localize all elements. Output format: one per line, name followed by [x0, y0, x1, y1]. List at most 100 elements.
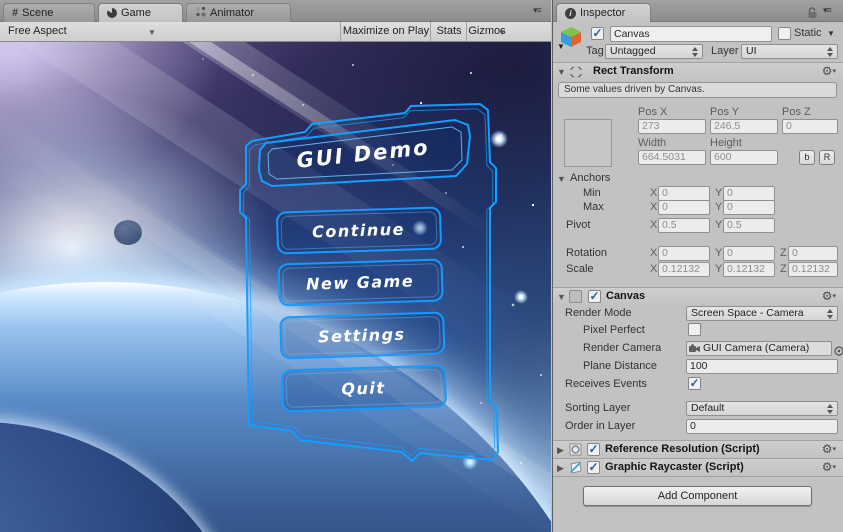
chevron-down-icon[interactable]: ▼ [557, 67, 566, 77]
scale-y-field[interactable]: 0.12132 [723, 262, 775, 277]
dropdown-arrows-icon [692, 47, 699, 57]
anchor-min-x-field[interactable]: 0 [658, 186, 710, 201]
gui-demo-menu: GUI Demo Continue New Game Settings Quit [239, 102, 500, 463]
name-field[interactable] [610, 26, 772, 42]
pixel-perfect-checkbox[interactable] [688, 323, 701, 336]
dropdown-arrows-icon [827, 309, 834, 319]
tag-dropdown[interactable]: Untagged [605, 44, 703, 59]
pivot-x-field[interactable]: 0.5 [658, 218, 710, 233]
icon-dropdown-arrow-icon[interactable]: ▼ [557, 42, 565, 51]
tag-label: Tag [586, 45, 604, 57]
tab-animator[interactable]: Animator [186, 3, 291, 22]
axis-y-label: Y [715, 263, 723, 275]
pivot-y-field[interactable]: 0.5 [723, 218, 775, 233]
pos-x-label: Pos X [638, 106, 668, 118]
anchor-max-y-field[interactable]: 0 [723, 200, 775, 215]
game-viewport: GUI Demo Continue New Game Settings Quit [0, 42, 551, 532]
menu-button-continue[interactable]: Continue [276, 206, 442, 255]
tab-animator-label: Animator [210, 7, 255, 19]
blueprint-mode-button[interactable]: b [799, 150, 815, 165]
scale-z-field[interactable]: 0.12132 [788, 262, 838, 277]
axis-x-label: X [650, 187, 658, 199]
game-toolbar: Free Aspect ▼ Maximize on Play Stats Giz… [0, 22, 551, 42]
canvas-component-header[interactable]: ▼ ✓ Canvas ⚙▾ [553, 287, 843, 306]
inspector-panel: i Inspector ▾≡ ▼ ✓ Static ▼ Tag Untagged… [552, 0, 843, 532]
canvas-enabled-checkbox[interactable]: ✓ [588, 290, 601, 303]
gizmos-dropdown-arrow-icon[interactable]: ▼ [498, 28, 506, 37]
plane-distance-field[interactable]: 100 [686, 359, 838, 374]
receives-events-label: Receives Events [565, 378, 647, 390]
anchors-label: Anchors [570, 172, 611, 184]
scale-x-field[interactable]: 0.12132 [658, 262, 710, 277]
active-checkbox[interactable]: ✓ [591, 27, 604, 40]
tab-inspector-label: Inspector [580, 7, 626, 19]
pos-y-field[interactable]: 246.5 [710, 119, 778, 134]
chevron-right-icon[interactable]: ▶ [557, 445, 564, 456]
render-mode-dropdown[interactable]: Screen Space - Camera [686, 306, 838, 321]
render-mode-label: Render Mode [565, 307, 632, 319]
axis-x-label: X [650, 201, 658, 213]
graphic-raycaster-checkbox[interactable]: ✓ [587, 461, 600, 474]
chevron-down-icon[interactable]: ▼ [557, 292, 566, 302]
animator-icon [195, 6, 206, 20]
game-pacman-icon [107, 8, 117, 18]
render-camera-label: Render Camera [583, 342, 662, 354]
pos-x-field[interactable]: 273 [638, 119, 706, 134]
order-in-layer-label: Order in Layer [565, 420, 636, 432]
anchor-min-y-field[interactable]: 0 [723, 186, 775, 201]
stats-button[interactable]: Stats [430, 22, 467, 41]
anchor-preview[interactable] [564, 119, 612, 167]
pos-z-field[interactable]: 0 [782, 119, 838, 134]
anchors-foldout-icon[interactable]: ▼ [557, 174, 566, 184]
raw-edit-mode-button[interactable]: R [819, 150, 835, 165]
pane-menu-icon[interactable]: ▾≡ [533, 5, 542, 16]
sorting-layer-dropdown[interactable]: Default [686, 401, 838, 416]
chevron-right-icon[interactable]: ▶ [557, 463, 564, 474]
gear-icon[interactable]: ⚙▾ [822, 442, 836, 456]
aspect-dropdown[interactable]: Free Aspect [8, 25, 67, 37]
dropdown-arrows-icon [827, 404, 834, 414]
height-label: Height [710, 137, 742, 149]
axis-z-label: Z [780, 263, 787, 275]
receives-events-checkbox[interactable]: ✓ [688, 377, 701, 390]
pos-z-label: Pos Z [782, 106, 811, 118]
tab-scene[interactable]: # Scene [3, 3, 95, 22]
aspect-dropdown-arrow-icon[interactable]: ▼ [148, 28, 156, 37]
max-label: Max [583, 201, 604, 213]
tab-game[interactable]: Game [98, 3, 183, 22]
rect-transform-header[interactable]: ▼ Rect Transform ⚙▾ [553, 62, 843, 81]
gear-icon[interactable]: ⚙▾ [822, 460, 836, 474]
menu-button-settings[interactable]: Settings [279, 311, 446, 360]
rotation-z-field[interactable]: 0 [788, 246, 838, 261]
unity-editor-window: # Scene Game Animator ▾≡ Free Aspect ▼ M… [0, 0, 843, 532]
anchor-max-x-field[interactable]: 0 [658, 200, 710, 215]
tab-game-label: Game [121, 7, 151, 19]
graphic-raycaster-header[interactable]: ▶ ✓ Graphic Raycaster (Script) ⚙▾ [553, 458, 843, 477]
rotation-y-field[interactable]: 0 [723, 246, 775, 261]
axis-y-label: Y [715, 219, 723, 231]
rotation-x-field[interactable]: 0 [658, 246, 710, 261]
reference-resolution-header[interactable]: ▶ ✓ Reference Resolution (Script) ⚙▾ [553, 440, 843, 459]
render-camera-object-field[interactable]: GUI Camera (Camera) [686, 341, 832, 356]
menu-button-quit[interactable]: Quit [281, 364, 447, 413]
maximize-on-play-button[interactable]: Maximize on Play [340, 22, 431, 41]
gear-icon[interactable]: ⚙▾ [822, 64, 836, 78]
static-checkbox[interactable] [778, 27, 791, 40]
reference-resolution-checkbox[interactable]: ✓ [587, 443, 600, 456]
render-mode-value: Screen Space - Camera [691, 307, 804, 319]
layer-dropdown[interactable]: UI [741, 44, 838, 59]
width-field[interactable]: 664.5031 [638, 150, 706, 165]
menu-button-new-game[interactable]: New Game [277, 258, 444, 307]
lock-icon[interactable] [807, 6, 818, 24]
inspector-pane-menu-icon[interactable]: ▾≡ [823, 5, 832, 16]
divider [553, 476, 843, 477]
gear-icon[interactable]: ⚙▾ [822, 289, 836, 303]
tab-inspector[interactable]: i Inspector [556, 3, 651, 22]
static-label: Static [794, 27, 822, 39]
height-field[interactable]: 600 [710, 150, 778, 165]
dropdown-arrows-icon [827, 47, 834, 57]
order-in-layer-field[interactable]: 0 [686, 419, 838, 434]
static-dropdown-arrow-icon[interactable]: ▼ [827, 29, 835, 38]
add-component-button[interactable]: Add Component [583, 486, 812, 506]
menu-button-label: Continue [312, 220, 405, 242]
